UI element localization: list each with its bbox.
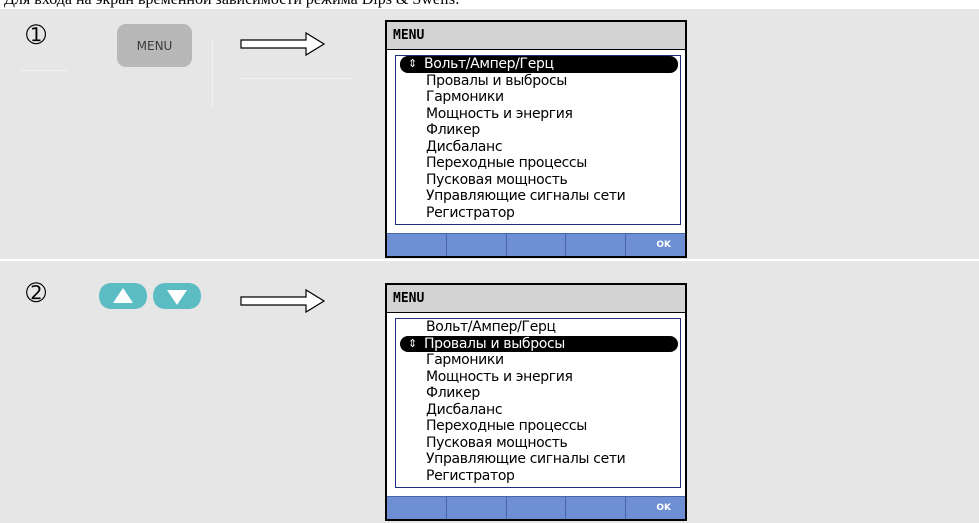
menu-screen: MENU ⇕ Вольт/Ампер/Герц Провалы и выброс… — [385, 20, 687, 258]
menu-item-label: Дисбаланс — [426, 401, 503, 418]
menu-item-label: Управляющие сигналы сети — [426, 188, 626, 204]
menu-item-logger[interactable]: Регистратор — [396, 205, 680, 222]
menu-item-label: Гармоники — [426, 352, 504, 368]
arrow-down-key[interactable] — [152, 282, 202, 310]
softkey-f1[interactable] — [387, 497, 446, 519]
softkey-f3[interactable] — [505, 234, 566, 256]
menu-button-label: MENU — [136, 38, 173, 53]
screen-title: MENU — [387, 22, 685, 50]
screen-title: MENU — [387, 285, 685, 313]
menu-list: Вольт/Ампер/Герц ⇕ Провалы и выбросы Гар… — [395, 318, 681, 488]
softkey-bar: OK — [387, 233, 685, 256]
softkey-f4[interactable] — [565, 497, 625, 519]
softkey-f1[interactable] — [387, 234, 446, 256]
menu-item-label: Мощность и энергия — [426, 368, 573, 385]
divider — [20, 70, 68, 71]
menu-item-dips-swells[interactable]: ⇕ Провалы и выбросы — [400, 335, 678, 352]
menu-item-label: Переходные процессы — [426, 155, 587, 171]
updown-selector-icon: ⇕ — [408, 336, 417, 350]
intro-text: Для входа на экран временной зависимости… — [4, 0, 979, 9]
menu-item-harmonics[interactable]: Гармоники — [396, 352, 680, 369]
menu-item-label: Вольт/Ампер/Герц — [426, 319, 556, 335]
menu-item-label: Регистратор — [426, 204, 515, 221]
menu-item-label: Фликер — [426, 122, 480, 138]
menu-item-label: Пусковая мощность — [426, 434, 568, 451]
menu-item-label: Переходные процессы — [426, 418, 587, 434]
menu-item-logger[interactable]: Регистратор — [396, 468, 680, 485]
updown-selector-icon: ⇕ — [408, 57, 417, 70]
menu-item-inrush[interactable]: Пусковая мощность — [396, 172, 680, 189]
divider — [238, 78, 354, 79]
menu-item-power-energy[interactable]: Мощность и энергия — [396, 369, 680, 386]
softkey-f3[interactable] — [505, 497, 566, 519]
softkey-f2[interactable] — [445, 234, 506, 256]
menu-screen: MENU Вольт/Ампер/Герц ⇕ Провалы и выброс… — [385, 283, 687, 521]
menu-item-label: Регистратор — [426, 467, 515, 484]
menu-item-power-energy[interactable]: Мощность и энергия — [396, 106, 680, 123]
step-row-2: ➁ MENU Вольт/Ампер/Герц ⇕ Провалы и выбр… — [0, 261, 979, 523]
menu-item-mains-signaling[interactable]: Управляющие сигналы сети — [396, 188, 680, 205]
menu-item-label: Вольт/Ампер/Герц — [424, 56, 554, 72]
menu-item-label: Провалы и выбросы — [424, 335, 566, 352]
softkey-f4[interactable] — [565, 234, 625, 256]
menu-item-volts-amps-hertz[interactable]: ⇕ Вольт/Ампер/Герц — [400, 56, 678, 73]
menu-item-label: Провалы и выбросы — [426, 72, 568, 89]
menu-item-label: Мощность и энергия — [426, 105, 573, 122]
softkey-f2[interactable] — [445, 497, 506, 519]
menu-item-flicker[interactable]: Фликер — [396, 385, 680, 402]
menu-item-inrush[interactable]: Пусковая мощность — [396, 435, 680, 452]
arrow-up-key[interactable] — [98, 282, 148, 310]
menu-item-unbalance[interactable]: Дисбаланс — [396, 402, 680, 419]
menu-item-transients[interactable]: Переходные процессы — [396, 418, 680, 435]
menu-item-label: Управляющие сигналы сети — [426, 451, 626, 467]
menu-item-unbalance[interactable]: Дисбаланс — [396, 139, 680, 156]
menu-item-flicker[interactable]: Фликер — [396, 122, 680, 139]
softkey-ok[interactable]: OK — [625, 497, 685, 519]
menu-item-label: Дисбаланс — [426, 138, 503, 155]
step-number-1: ➀ — [25, 21, 47, 49]
menu-item-transients[interactable]: Переходные процессы — [396, 155, 680, 172]
menu-item-label: Гармоники — [426, 89, 504, 105]
divider — [212, 39, 213, 109]
step-row-1: ➀ MENU MENU ⇕ Вольт/Ампер/Герц Провалы и… — [0, 9, 979, 259]
menu-button[interactable]: MENU — [117, 24, 192, 67]
softkey-ok[interactable]: OK — [625, 234, 685, 256]
menu-list: ⇕ Вольт/Ампер/Герц Провалы и выбросы Гар… — [395, 55, 681, 225]
menu-item-volts-amps-hertz[interactable]: Вольт/Ампер/Герц — [396, 319, 680, 336]
right-arrow-icon — [240, 31, 326, 57]
step-number-2: ➁ — [25, 279, 47, 307]
menu-item-dips-swells[interactable]: Провалы и выбросы — [396, 73, 680, 90]
menu-item-label: Пусковая мощность — [426, 171, 568, 188]
right-arrow-icon — [240, 288, 326, 314]
menu-item-harmonics[interactable]: Гармоники — [396, 89, 680, 106]
menu-item-mains-signaling[interactable]: Управляющие сигналы сети — [396, 451, 680, 468]
softkey-bar: OK — [387, 496, 685, 519]
menu-item-label: Фликер — [426, 385, 480, 401]
